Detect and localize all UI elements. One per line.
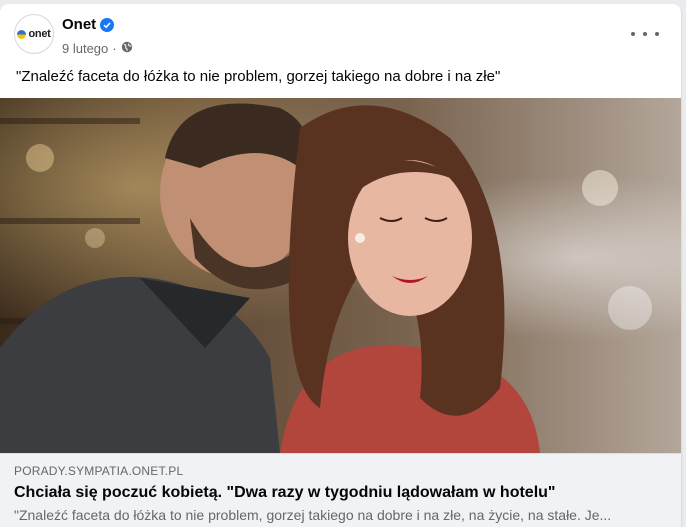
avatar-wordmark: onet xyxy=(28,28,51,40)
link-preview-card[interactable]: PORADY.SYMPATIA.ONET.PL Chciała się pocz… xyxy=(0,453,681,527)
post-meta: 9 lutego · xyxy=(62,41,133,56)
globe-icon[interactable] xyxy=(121,41,133,56)
link-headline[interactable]: Chciała się poczuć kobietą. "Dwa razy w … xyxy=(14,484,556,502)
more-options-icon[interactable] xyxy=(631,26,659,42)
onet-logo-icon xyxy=(17,29,27,39)
page-name-row: Onet xyxy=(62,16,115,33)
facebook-post: onet Onet 9 lutego · "Znaleźć faceta do … xyxy=(0,4,681,527)
post-image[interactable] xyxy=(0,98,681,453)
post-image-illustration xyxy=(0,103,652,453)
verified-badge-icon xyxy=(100,17,115,32)
link-domain: PORADY.SYMPATIA.ONET.PL xyxy=(14,464,184,478)
page-name-link[interactable]: Onet xyxy=(62,16,96,33)
post-date-link[interactable]: 9 lutego xyxy=(62,41,108,56)
meta-separator: · xyxy=(112,41,117,56)
post-caption: "Znaleźć faceta do łóżka to nie problem,… xyxy=(16,68,501,85)
page-avatar[interactable]: onet xyxy=(14,14,54,54)
link-description: "Znaleźć faceta do łóżka to nie problem,… xyxy=(14,507,612,523)
